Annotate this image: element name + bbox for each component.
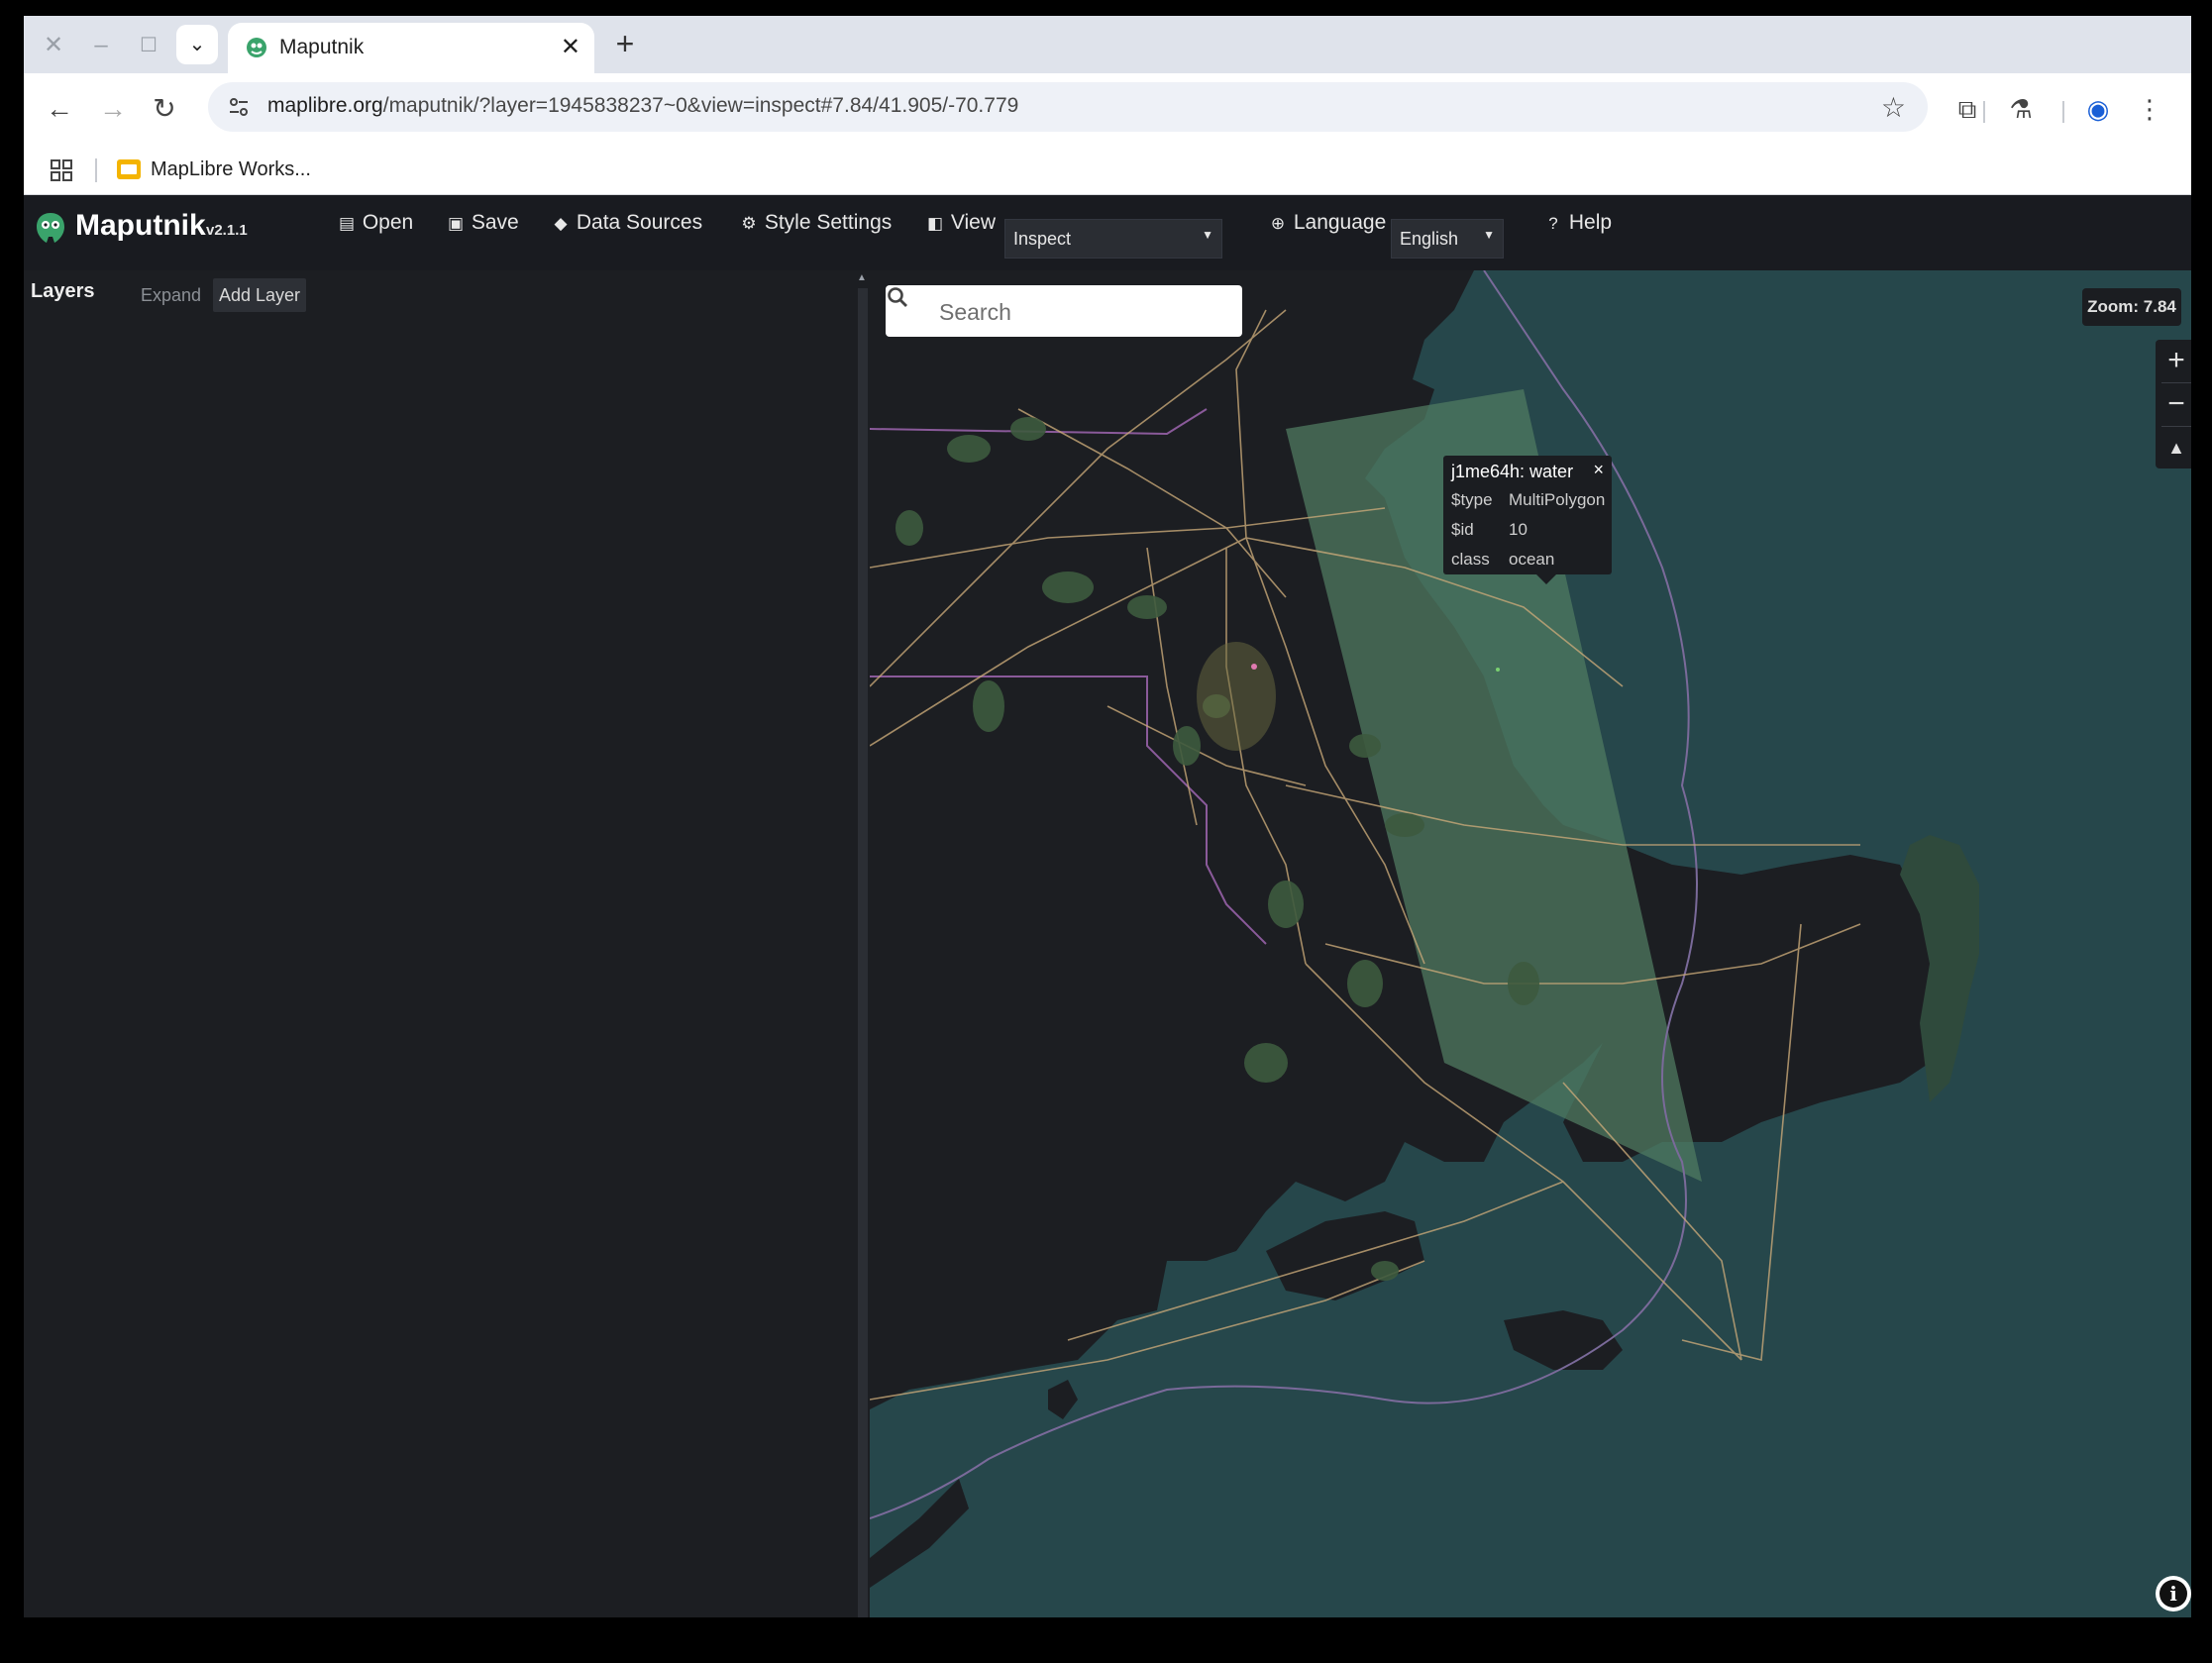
expand-button[interactable]: Expand [135,278,207,312]
toolbar-divider [1983,101,1985,123]
zoom-out-button[interactable]: − [2156,383,2191,425]
apps-icon[interactable] [50,158,73,182]
app-version: v2.1.1 [206,222,248,239]
browser-window: ✕ – ☐ ⌄ Maputnik ✕ + ← → ↻ maplibre.org/… [24,16,2191,1617]
view-label-group: ◧ View [925,211,996,245]
app-title: Maputnik [75,209,206,242]
help-button[interactable]: ? Help [1543,211,1612,245]
maputnik-favicon-icon [247,38,266,57]
popup-key: $id [1451,520,1474,539]
map-point [1251,664,1257,670]
more-icon[interactable]: ⋮ [2132,91,2167,127]
tab-search-icon[interactable]: ⌄ [176,25,218,64]
gear-icon: ⚙ [741,214,757,233]
open-label: Open [362,211,414,234]
popup-value: MultiPolygon [1509,490,1606,509]
globe-icon: ⊕ [1270,214,1286,233]
language-select[interactable]: English ▼ [1391,219,1504,259]
data-sources-button[interactable]: ◆ Data Sources [551,211,702,245]
forward-icon[interactable]: → [93,89,133,129]
layers-scrollbar[interactable]: ▲ ▼ [854,270,870,1617]
layers-icon: ◆ [554,214,568,233]
map-search[interactable] [886,285,1242,339]
url-host: maplibre.org [267,94,383,117]
tab-maputnik[interactable]: Maputnik ✕ [228,23,594,73]
tab-strip: ✕ – ☐ ⌄ Maputnik ✕ + [24,16,2191,73]
site-info-icon[interactable] [226,94,252,120]
view-label: View [950,211,996,234]
bookmark-label: MapLibre Works... [151,158,311,180]
feature-popup: j1me64h: water × $type MultiPolygon $id … [1443,456,1612,574]
help-icon: ? [1548,214,1558,233]
zoom-in-button[interactable]: + [2156,340,2191,381]
save-button[interactable]: ▣ Save [446,211,519,245]
toolbar-divider [2062,101,2064,123]
url-path: /maputnik/?layer=1945838237~0&view=inspe… [382,94,1019,117]
layers-title: Layers [31,280,95,302]
labs-icon[interactable]: ⚗ [2003,91,2039,127]
tab-close-icon[interactable]: ✕ [561,33,580,61]
style-settings-label: Style Settings [764,211,893,234]
search-input[interactable] [937,285,1228,339]
app-header: Maputnik v2.1.1 ▤ Open ▣ Save ◆ Data Sou… [24,195,2191,270]
data-sources-label: Data Sources [576,211,703,234]
scroll-up-icon[interactable]: ▲ [854,272,870,283]
zoom-controls: + − ▲ [2156,340,2191,468]
help-label: Help [1568,211,1613,234]
urban-area [1197,642,1276,751]
language-select-value: English [1400,229,1459,249]
new-tab-icon[interactable]: + [606,26,644,63]
popup-key: $type [1451,490,1493,509]
bookmark-favicon-icon [117,159,141,179]
view-icon: ◧ [926,214,944,233]
reload-icon[interactable]: ↻ [145,89,184,129]
popup-close-button[interactable]: × [1593,460,1604,480]
chevron-down-icon: ▼ [1202,228,1213,242]
popup-key: class [1451,550,1490,569]
extensions-icon[interactable]: ⧉ [1949,91,1985,127]
address-bar[interactable]: maplibre.org/maputnik/?layer=1945838237~… [208,82,1928,132]
language-label: Language [1293,211,1387,234]
attribution-info-icon[interactable] [2156,1576,2191,1611]
view-select-value: Inspect [1013,229,1072,249]
bookmarks-bar: MapLibre Works... [24,147,2191,195]
save-label: Save [471,211,519,234]
layers-panel: Layers Expand Add Layer ▲ ▼ [24,270,870,1617]
compass-icon[interactable]: ▲ [2156,427,2191,468]
open-button[interactable]: ▤ Open [337,211,413,245]
save-icon: ▣ [447,214,465,233]
language-label-group: ⊕ Language [1268,211,1386,245]
minimize-icon[interactable]: – [83,28,119,63]
close-icon[interactable]: ✕ [36,28,71,63]
url-text: maplibre.org/maputnik/?layer=1945838237~… [267,94,1018,118]
scroll-track[interactable] [858,288,868,1617]
bookmarks-divider [95,158,97,182]
map-point [1496,668,1500,672]
zoom-level-badge: Zoom: 7.84 [2082,288,2181,326]
chevron-down-icon: ▼ [1483,228,1495,242]
open-icon: ▤ [338,214,356,233]
back-icon[interactable]: ← [40,89,79,129]
popup-tip [1536,574,1556,584]
search-icon [888,287,907,307]
popup-value: ocean [1509,550,1555,569]
star-icon[interactable]: ☆ [1881,91,1906,124]
view-select[interactable]: Inspect ▼ [1004,219,1222,259]
popup-value: 10 [1509,520,1527,539]
maputnik-logo-icon [37,213,64,243]
popup-title: j1me64h: water [1451,462,1574,481]
style-settings-button[interactable]: ⚙ Style Settings [739,211,892,245]
add-layer-button[interactable]: Add Layer [213,278,307,312]
browser-toolbar: ← → ↻ maplibre.org/maputnik/?layer=19458… [24,73,2191,147]
tab-title: Maputnik [279,36,365,58]
maximize-icon[interactable]: ☐ [131,28,166,63]
profile-icon[interactable]: ◉ [2080,91,2116,127]
